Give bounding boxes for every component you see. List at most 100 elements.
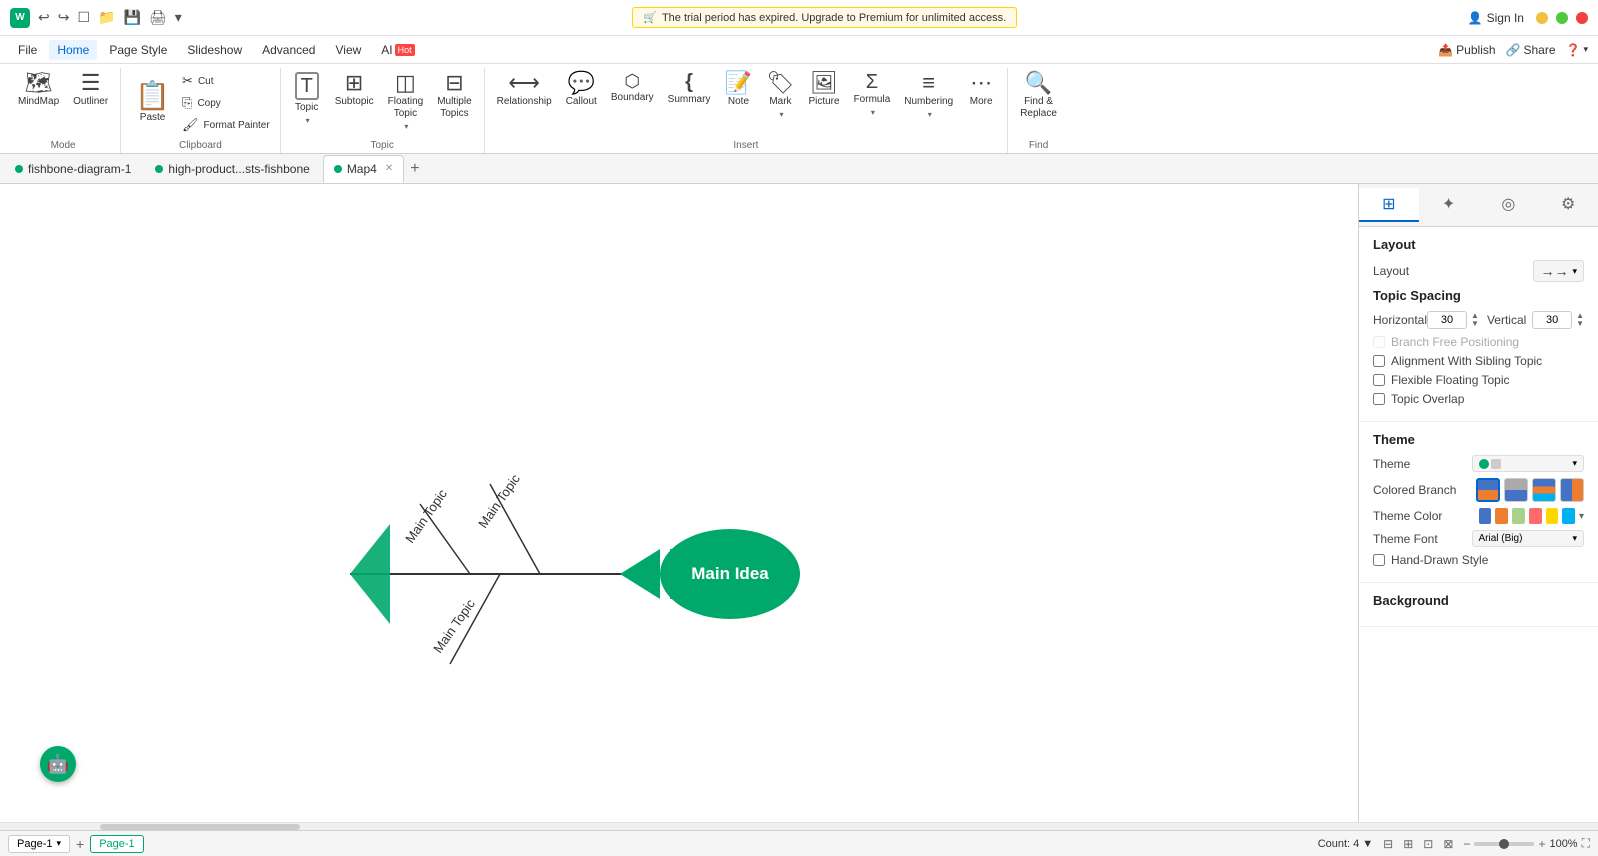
picture-button[interactable]: 🖼 Picture	[802, 68, 845, 138]
insert-group-label: Insert	[733, 138, 758, 153]
more-button[interactable]: ⋯ More	[961, 68, 1001, 138]
add-tab-button[interactable]: +	[406, 160, 423, 178]
print-icon[interactable]: 🖨	[149, 9, 167, 26]
mindmap-button[interactable]: 🗺 MindMap	[12, 68, 65, 138]
hand-drawn-checkbox[interactable]	[1373, 554, 1385, 566]
help-button[interactable]: ❓ ▾	[1566, 43, 1588, 57]
horizontal-input[interactable]	[1427, 311, 1467, 329]
share-button[interactable]: 🔗 Share	[1506, 43, 1556, 57]
menu-slideshow[interactable]: Slideshow	[179, 40, 250, 60]
layout-selector[interactable]: →→ ▾	[1533, 260, 1584, 282]
menu-ai[interactable]: AI Hot	[373, 40, 422, 60]
paste-icon: 📋	[135, 82, 170, 110]
font-value: Arial (Big)	[1479, 533, 1523, 544]
panel-layout-tab[interactable]: ⊞	[1359, 188, 1419, 222]
view-btn-2[interactable]: ⊞	[1399, 835, 1417, 853]
view-btn-4[interactable]: ⊠	[1439, 835, 1457, 853]
zoom-in-button[interactable]: +	[1538, 837, 1545, 851]
paste-button[interactable]: 📋 Paste	[127, 78, 178, 128]
cb-option-2[interactable]	[1504, 478, 1528, 502]
relationship-button[interactable]: ⟷ Relationship	[491, 68, 558, 138]
find-replace-button[interactable]: 🔍 Find &Replace	[1014, 68, 1063, 138]
note-button[interactable]: 📝 Note	[718, 68, 758, 138]
menu-advanced[interactable]: Advanced	[254, 40, 323, 60]
format-painter-button[interactable]: 🖌 Format Painter	[178, 115, 274, 135]
view-btn-1[interactable]: ⊟	[1379, 835, 1397, 853]
subtopic-button[interactable]: ⊞ Subtopic	[329, 68, 380, 138]
overlap-checkbox[interactable]	[1373, 393, 1385, 405]
horizontal-scrollbar[interactable]	[0, 822, 1598, 830]
page-tab-1[interactable]: Page-1 ▾	[8, 835, 70, 853]
horizontal-down[interactable]: ▼	[1471, 320, 1479, 328]
menu-home[interactable]: Home	[49, 40, 97, 60]
canvas[interactable]: Main Topic Main Topic Main Topic Main Id…	[0, 184, 1358, 822]
numbering-icon: ≡	[922, 72, 935, 94]
hand-drawn-label: Hand-Drawn Style	[1391, 553, 1488, 567]
vertical-input[interactable]	[1532, 311, 1572, 329]
outliner-button[interactable]: ☰ Outliner	[67, 68, 114, 138]
publish-button[interactable]: 📤 Publish	[1438, 43, 1495, 57]
tab-map4[interactable]: Map4 ✕	[323, 155, 404, 183]
add-page-button[interactable]: +	[76, 836, 84, 852]
mark-button[interactable]: 🏷 Mark ▾	[760, 68, 800, 138]
count-icon: ▼	[1362, 838, 1373, 850]
close-button[interactable]	[1576, 12, 1588, 24]
maximize-button[interactable]	[1556, 12, 1568, 24]
numbering-button[interactable]: ≡ Numbering ▾	[898, 68, 959, 138]
formula-button[interactable]: Σ Formula ▾	[848, 68, 897, 138]
zoom-slider-thumb[interactable]	[1499, 839, 1509, 849]
floating-topic-button[interactable]: ◫ FloatingTopic ▾	[382, 68, 430, 138]
trial-banner[interactable]: 🛒 The trial period has expired. Upgrade …	[632, 7, 1017, 28]
menu-view[interactable]: View	[327, 40, 369, 60]
panel-location-tab[interactable]: ◎	[1479, 188, 1539, 222]
cb-option-4[interactable]	[1560, 478, 1584, 502]
ribbon-topic-items: T Topic ▾ ⊞ Subtopic ◫ FloatingTopic ▾ ⊟…	[287, 68, 478, 138]
cb-option-3[interactable]	[1532, 478, 1556, 502]
menu-file[interactable]: File	[10, 40, 45, 60]
fit-screen-button[interactable]: ⛶	[1582, 836, 1590, 851]
copy-button[interactable]: ⎘ Copy	[178, 93, 274, 113]
note-icon: 📝	[725, 72, 752, 94]
theme-color-chevron[interactable]: ▾	[1579, 511, 1584, 522]
view-btn-3[interactable]: ⊡	[1419, 835, 1437, 853]
tab-close-icon[interactable]: ✕	[385, 163, 393, 174]
theme-selector[interactable]: ▾	[1472, 455, 1585, 472]
theme-font-selector[interactable]: Arial (Big) ▾	[1472, 530, 1585, 547]
zoom-slider[interactable]	[1474, 842, 1534, 846]
panel-settings-tab[interactable]: ⚙	[1538, 188, 1598, 222]
new-icon[interactable]: ☐	[77, 9, 90, 26]
save-icon[interactable]: 💾	[123, 9, 140, 26]
more-actions-icon[interactable]: ▾	[175, 9, 182, 26]
multiple-topics-button[interactable]: ⊟ MultipleTopics	[431, 68, 477, 138]
boundary-button[interactable]: ⬡ Boundary	[605, 68, 660, 138]
summary-button[interactable]: { Summary	[662, 68, 717, 138]
branch-free-checkbox[interactable]	[1373, 336, 1385, 348]
minimize-button[interactable]	[1536, 12, 1548, 24]
svg-text:Main Topic: Main Topic	[475, 471, 523, 531]
open-icon[interactable]: 📁	[98, 9, 115, 26]
cb-option-1[interactable]	[1476, 478, 1500, 502]
cart-icon: 🛒	[643, 11, 657, 24]
tab-high-product[interactable]: high-product...sts-fishbone	[144, 155, 320, 183]
find-group-label: Find	[1029, 138, 1048, 153]
alignment-checkbox[interactable]	[1373, 355, 1385, 367]
topic-button[interactable]: T Topic ▾	[287, 68, 327, 138]
undo-icon[interactable]: ↩	[38, 9, 50, 26]
panel-ai-tab[interactable]: ✦	[1419, 188, 1479, 222]
menu-page-style[interactable]: Page Style	[101, 40, 175, 60]
zoom-control: − + 100% ⛶	[1463, 836, 1590, 851]
scrollbar-thumb[interactable]	[100, 824, 300, 830]
redo-icon[interactable]: ↪	[58, 9, 70, 26]
theme-color-bar[interactable]: ▾	[1479, 508, 1585, 524]
layout-row: Layout →→ ▾	[1373, 260, 1584, 282]
cut-button[interactable]: ✂ Cut	[178, 71, 274, 91]
tab-fishbone-1[interactable]: fishbone-diagram-1	[4, 155, 142, 183]
page-tab-1-active[interactable]: Page-1	[90, 835, 143, 853]
tab-dot	[15, 165, 23, 173]
sign-in-button[interactable]: 👤 Sign In	[1468, 11, 1524, 25]
zoom-out-button[interactable]: −	[1463, 837, 1470, 851]
flexible-checkbox[interactable]	[1373, 374, 1385, 386]
callout-button[interactable]: 💬 Callout	[560, 68, 603, 138]
ai-robot-button[interactable]: 🤖	[40, 746, 76, 782]
vertical-down[interactable]: ▼	[1576, 320, 1584, 328]
